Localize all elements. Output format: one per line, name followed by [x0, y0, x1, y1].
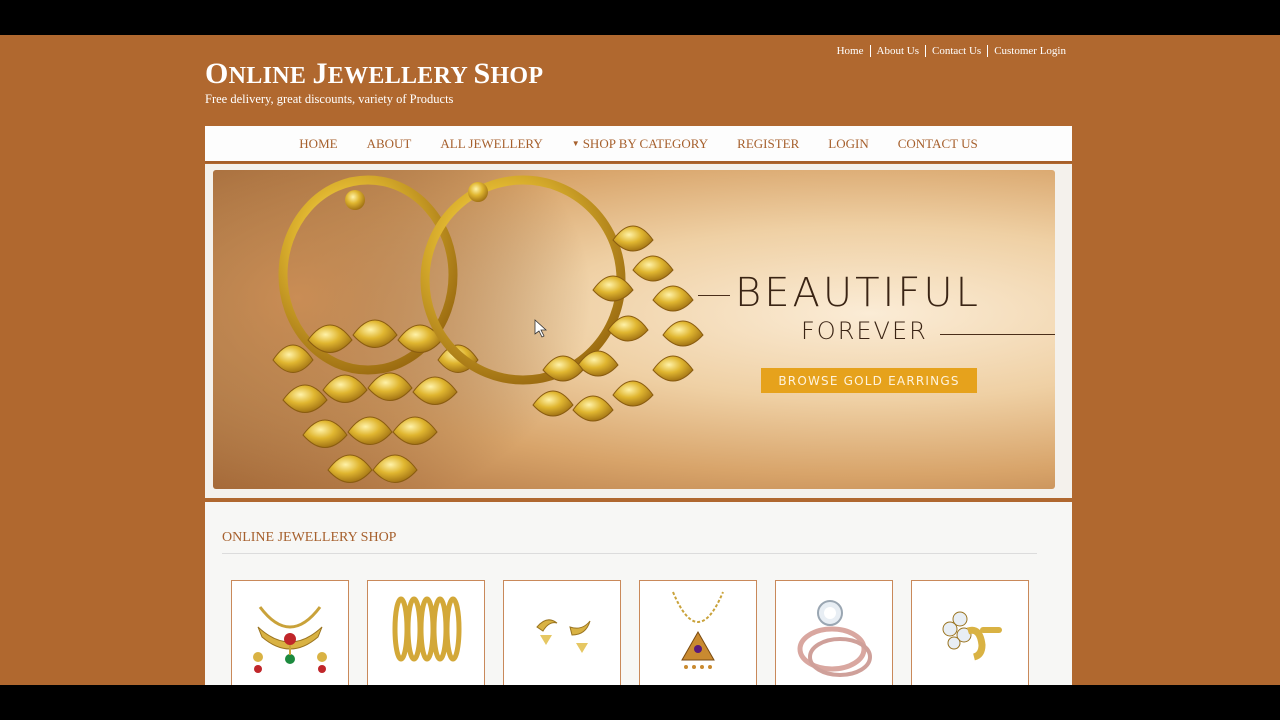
toplink-about-us[interactable]: About Us — [869, 45, 925, 57]
nav-all-jewellery[interactable]: ALL JEWELLERY — [426, 136, 557, 152]
nav-login[interactable]: LOGIN — [814, 136, 883, 152]
nav-shop-by-category[interactable]: ▼ SHOP BY CATEGORY — [557, 136, 722, 152]
caret-down-icon: ▼ — [571, 139, 580, 148]
product-card[interactable] — [367, 580, 485, 685]
toplink-customer-login[interactable]: Customer Login — [987, 45, 1072, 57]
section-divider — [222, 553, 1037, 554]
earrings-icon — [536, 619, 591, 653]
nav-contact-us[interactable]: CONTACT US — [883, 136, 992, 152]
top-links: Home About Us Contact Us Customer Login — [831, 45, 1072, 57]
site-tagline: Free delivery, great discounts, variety … — [205, 92, 454, 106]
product-card[interactable] — [231, 580, 349, 685]
product-card[interactable] — [503, 580, 621, 685]
product-card[interactable] — [911, 580, 1029, 685]
products-section: ONLINE JEWELLERY SHOP — [205, 502, 1072, 685]
toplink-contact-us[interactable]: Contact Us — [924, 45, 987, 57]
nav-shop-by-category-label: SHOP BY CATEGORY — [582, 135, 709, 151]
video-letterbox-top — [0, 0, 1280, 35]
product-card[interactable] — [775, 580, 893, 685]
gold-hoop-earrings-illustration — [213, 170, 704, 489]
banner-image[interactable]: BEAUTIFUL FOREVER BROWSE GOLD EARRINGS — [213, 170, 1055, 489]
banner-headline: BEAUTIFUL — [735, 270, 981, 316]
browse-gold-earrings-button[interactable]: BROWSE GOLD EARRINGS — [761, 368, 977, 393]
site-title[interactable]: ONLINE JEWELLERY SHOP — [205, 57, 543, 91]
product-card[interactable] — [639, 580, 757, 685]
banner-divider-right — [940, 334, 1055, 335]
nav-register[interactable]: REGISTER — [723, 136, 814, 152]
nav-home[interactable]: HOME — [285, 136, 352, 152]
bangles-icon — [392, 596, 462, 662]
nose-pin-icon — [942, 611, 1002, 661]
banner-divider-left — [698, 295, 730, 296]
video-letterbox-bottom — [0, 685, 1280, 720]
webpage: ONLINE JEWELLERY SHOP Free delivery, gre… — [0, 35, 1280, 685]
main-nav: HOME ABOUT ALL JEWELLERY ▼ SHOP BY CATEG… — [205, 126, 1072, 163]
banner-subheadline: FOREVER — [801, 317, 928, 345]
banner-slider: BEAUTIFUL FOREVER BROWSE GOLD EARRINGS — [205, 164, 1072, 498]
diamond-ring-icon — [797, 600, 872, 677]
nav-about[interactable]: ABOUT — [352, 136, 426, 152]
section-title: ONLINE JEWELLERY SHOP — [222, 530, 397, 545]
pendant-necklace-icon — [672, 591, 724, 669]
necklace-set-icon — [253, 606, 327, 673]
toplink-home[interactable]: Home — [831, 45, 870, 57]
